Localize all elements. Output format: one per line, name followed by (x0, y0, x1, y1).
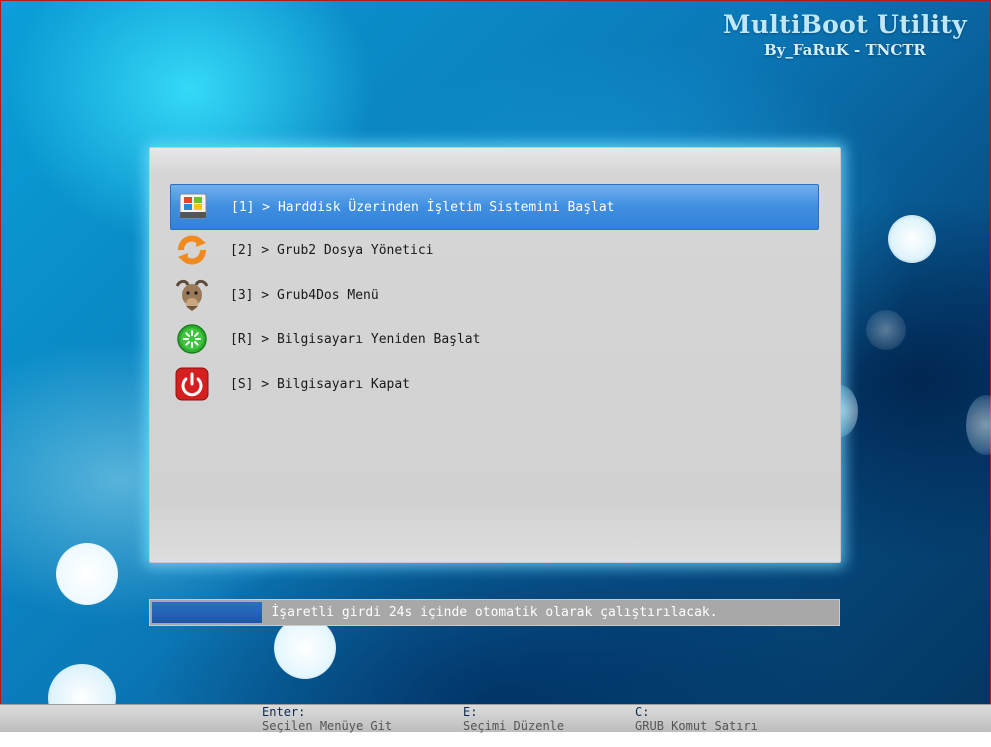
hint-text: Seçimi Düzenle (462, 718, 565, 733)
menu-item-label: [1] > Harddisk Üzerinden İşletim Sistemi… (231, 199, 615, 215)
gnu-head-icon (174, 277, 210, 313)
menu-item-harddisk-boot[interactable]: [1] > Harddisk Üzerinden İşletim Sistemi… (170, 184, 819, 230)
windows-disk-icon (175, 189, 211, 225)
power-icon (174, 366, 210, 402)
brand-header: MultiBoot Utility By_FaRuK - TNCTR (723, 10, 967, 59)
hint-text: Seçilen Menüye Git (262, 718, 393, 733)
keyboard-hints-bar: Enter: Seçilen Menüye Git E: Seçimi Düze… (0, 704, 991, 733)
hint-command-line: C: GRUB Komut Satırı (606, 691, 758, 747)
refresh-arrows-icon (174, 232, 210, 268)
menu-item-grub4dos-menu[interactable]: [3] > Grub4Dos Menü (170, 273, 817, 317)
countdown-text: İşaretli girdi 24s içinde otomatik olara… (271, 605, 718, 620)
menu-item-shutdown[interactable]: [S] > Bilgisayarı Kapat (170, 362, 817, 406)
hint-key: E: (462, 704, 478, 719)
menu-item-grub2-file-manager[interactable]: [2] > Grub2 Dosya Yönetici (170, 228, 817, 272)
menu-item-label: [2] > Grub2 Dosya Yönetici (230, 242, 434, 258)
countdown-progress-bar: İşaretli girdi 24s içinde otomatik olara… (149, 599, 840, 626)
bokeh-orb (274, 617, 336, 679)
menu-item-label: [3] > Grub4Dos Menü (230, 287, 379, 303)
hint-key: C: (635, 704, 650, 719)
bokeh-orb (56, 543, 118, 605)
bokeh-orb (866, 310, 906, 350)
hint-enter: Enter: Seçilen Menüye Git (233, 691, 392, 747)
menu-item-restart[interactable]: [R] > Bilgisayarı Yeniden Başlat (170, 317, 817, 361)
brand-author: By_FaRuK - TNCTR (763, 41, 926, 59)
bokeh-orb (966, 395, 991, 455)
restart-icon (174, 321, 210, 357)
menu-item-label: [S] > Bilgisayarı Kapat (230, 376, 411, 392)
brand-title: MultiBoot Utility (722, 10, 967, 39)
menu-item-label: [R] > Bilgisayarı Yeniden Başlat (230, 331, 481, 347)
hint-key: Enter: (262, 704, 306, 719)
bokeh-orb (888, 215, 936, 263)
hint-text: GRUB Komut Satırı (635, 718, 758, 733)
hint-edit: E: Seçimi Düzenle (434, 691, 564, 747)
boot-menu: [1] > Harddisk Üzerinden İşletim Sistemi… (149, 147, 841, 563)
